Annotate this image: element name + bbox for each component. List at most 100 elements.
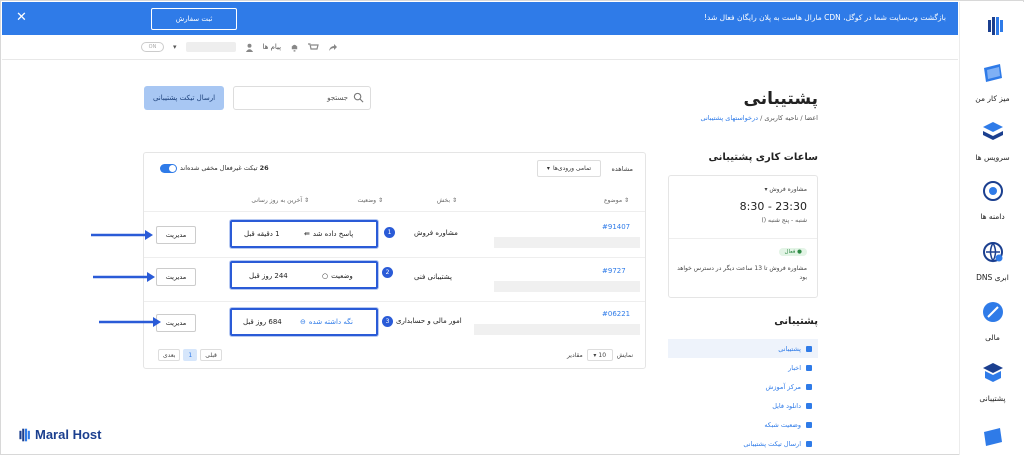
page-size-select[interactable]: 10 ▾ xyxy=(586,349,613,361)
hours-days: شنبه - پنج شنبه () xyxy=(761,217,807,224)
annotation-badge: 1 xyxy=(384,227,395,238)
maral-host-logo: Maral Host xyxy=(18,427,101,442)
breadcrumb-user-area[interactable]: ناحیه کاربری xyxy=(764,114,798,122)
hidden-count: 26 xyxy=(259,164,269,172)
nav-item-services[interactable]: سرویس ها xyxy=(960,119,1024,162)
nav-label: مالی xyxy=(985,333,1000,342)
breadcrumb-current: درخواستهای پشتیبانی xyxy=(700,114,758,122)
header-last-update-label: آخرین به روز رسانی xyxy=(251,197,303,204)
ticket-status: وضعیت ○ xyxy=(322,272,353,280)
chevron-down-icon[interactable]: ▾ xyxy=(173,43,177,51)
chevron-down-icon: ▾ xyxy=(593,351,597,359)
manage-button[interactable]: مدیریت xyxy=(156,268,196,286)
support-menu: پشتیبانی اخبار مرکز آموزش دانلود فایل وض… xyxy=(668,339,818,453)
dashboard-icon xyxy=(983,428,1002,446)
side-navigation: میز کار من سرویس ها دامنه ها DNS ابری ما… xyxy=(959,2,1024,455)
ticket-status: پاسخ داده شد ⇚ xyxy=(304,230,353,238)
finance-icon xyxy=(982,302,1003,322)
nav-item-finance[interactable]: مالی xyxy=(960,299,1024,342)
row-divider xyxy=(144,257,645,258)
window: ✕ ثبت سفارش بازگشت وب‌سایت شما در کوگل، … xyxy=(0,0,1024,455)
services-icon xyxy=(982,122,1003,140)
menu-item-label: وضعیت شبکه xyxy=(764,420,801,429)
hours-department[interactable]: مشاوره فروش ▾ xyxy=(764,186,807,193)
search-input[interactable]: جستجو xyxy=(233,86,371,110)
ticket-last-update: 1 دقیقه قبل xyxy=(244,230,280,238)
header-subject-label: موضوع xyxy=(603,197,623,204)
messages-label[interactable]: پیام ها xyxy=(263,43,282,51)
ticket-department: مشاوره فروش xyxy=(414,229,458,237)
menu-item-label: مرکز آموزش xyxy=(765,382,801,391)
replied-icon: ⇚ xyxy=(304,230,310,238)
cloud-dns-icon xyxy=(982,242,1003,263)
header-last-update[interactable]: آخرین به روز رسانی ⇕ xyxy=(251,197,309,204)
send-ticket-button[interactable]: ارسال تیکت پشتیبانی xyxy=(144,86,224,110)
support-menu-title: پشتیبانی xyxy=(774,316,818,327)
order-button[interactable]: ثبت سفارش xyxy=(151,8,237,30)
search-placeholder: جستجو xyxy=(327,94,348,102)
bell-icon[interactable] xyxy=(290,43,299,52)
menu-item-send-ticket[interactable]: ارسال تیکت پشتیبانی xyxy=(668,434,818,453)
breadcrumb-members[interactable]: اعضا xyxy=(805,114,818,122)
ticket-id-link[interactable]: #06221 xyxy=(602,310,630,318)
domains-icon xyxy=(982,181,1003,201)
download-icon xyxy=(806,402,812,409)
username-placeholder xyxy=(185,42,236,52)
search-icon xyxy=(353,92,364,103)
ticket-last-update: 244 روز قبل xyxy=(249,272,288,280)
ticket-subject-blurred xyxy=(474,324,640,335)
signal-icon xyxy=(806,421,812,428)
menu-item-support[interactable]: پشتیبانی xyxy=(668,339,818,358)
document-icon xyxy=(806,383,812,390)
status-text: پاسخ داده شد xyxy=(312,230,354,238)
page-size-value: 10 xyxy=(598,351,607,359)
header-department-label: بخش xyxy=(436,197,451,204)
pointer-arrow xyxy=(99,317,161,327)
prev-page-button[interactable]: قبلی xyxy=(200,349,222,361)
manage-button[interactable]: مدیریت xyxy=(156,226,196,244)
menu-item-knowledgebase[interactable]: مرکز آموزش xyxy=(668,377,818,396)
header-status[interactable]: وضعیت ⇕ xyxy=(357,197,383,204)
menu-item-downloads[interactable]: دانلود فایل xyxy=(668,396,818,415)
menu-item-network-status[interactable]: وضعیت شبکه xyxy=(668,415,818,434)
header-toolbar: ON ▾ پیام ها xyxy=(141,39,338,55)
manage-button[interactable]: مدیریت xyxy=(156,314,196,332)
page-size-control: نمایش 10 ▾ مقادیر xyxy=(567,349,633,361)
breadcrumb: اعضا / ناحیه کاربری / درخواستهای پشتیبان… xyxy=(700,114,818,122)
nav-item-dashboard[interactable]: میز کار من xyxy=(960,60,1024,103)
header-department[interactable]: بخش ⇕ xyxy=(437,197,457,204)
dashboard-icon xyxy=(983,64,1002,82)
nav-item-more[interactable] xyxy=(960,424,1024,454)
items-label: مقادیر xyxy=(566,351,583,359)
maral-logo-icon xyxy=(19,428,30,441)
nav-item-domains[interactable]: دامنه ها xyxy=(960,178,1024,221)
ticket-subject-blurred xyxy=(494,281,640,292)
hours-card: مشاوره فروش ▾ 8:30 - 23:30 شنبه - پنج شن… xyxy=(668,175,818,298)
page-number[interactable]: 1 xyxy=(183,349,198,361)
pagination: بعدی 1 قبلی xyxy=(158,349,222,361)
close-icon[interactable]: ✕ xyxy=(16,10,27,25)
menu-item-label: پشتیبانی xyxy=(778,344,801,353)
ticket-id-link[interactable]: #9727 xyxy=(602,267,626,275)
status-badge-label: فعال xyxy=(784,249,796,255)
hidden-label: تیکت غیرفعال مخفی شده‌اند xyxy=(180,164,258,172)
status-badge: ● فعال xyxy=(779,248,807,256)
maral-logo-text: Maral Host xyxy=(35,427,102,442)
nav-item-cloud-dns[interactable]: DNS ابری xyxy=(960,239,1024,282)
user-icon[interactable] xyxy=(245,43,254,52)
cart-icon[interactable] xyxy=(308,42,319,52)
on-hold-icon: ⊖ xyxy=(300,318,306,326)
header-subject[interactable]: موضوع ⇕ xyxy=(604,197,629,204)
show-inactive-toggle[interactable] xyxy=(160,164,177,173)
menu-item-news[interactable]: اخبار xyxy=(668,358,818,377)
nav-item-support[interactable]: پشتیبانی xyxy=(960,360,1024,403)
filter-select[interactable]: تمامی ورودی‌ها ▾ xyxy=(537,160,601,177)
theme-toggle[interactable]: ON xyxy=(141,42,164,52)
next-page-button[interactable]: بعدی xyxy=(158,349,181,361)
ticket-id-link[interactable]: #91407 xyxy=(602,223,630,231)
brand-logo-icon[interactable] xyxy=(987,16,1005,36)
banner-message: بازگشت وب‌سایت شما در کوگل، CDN مارال ها… xyxy=(704,13,946,22)
ticket-subject-blurred xyxy=(494,237,640,248)
share-icon[interactable] xyxy=(328,43,338,52)
ticket-department: امور مالی و حسابداری xyxy=(396,317,462,325)
